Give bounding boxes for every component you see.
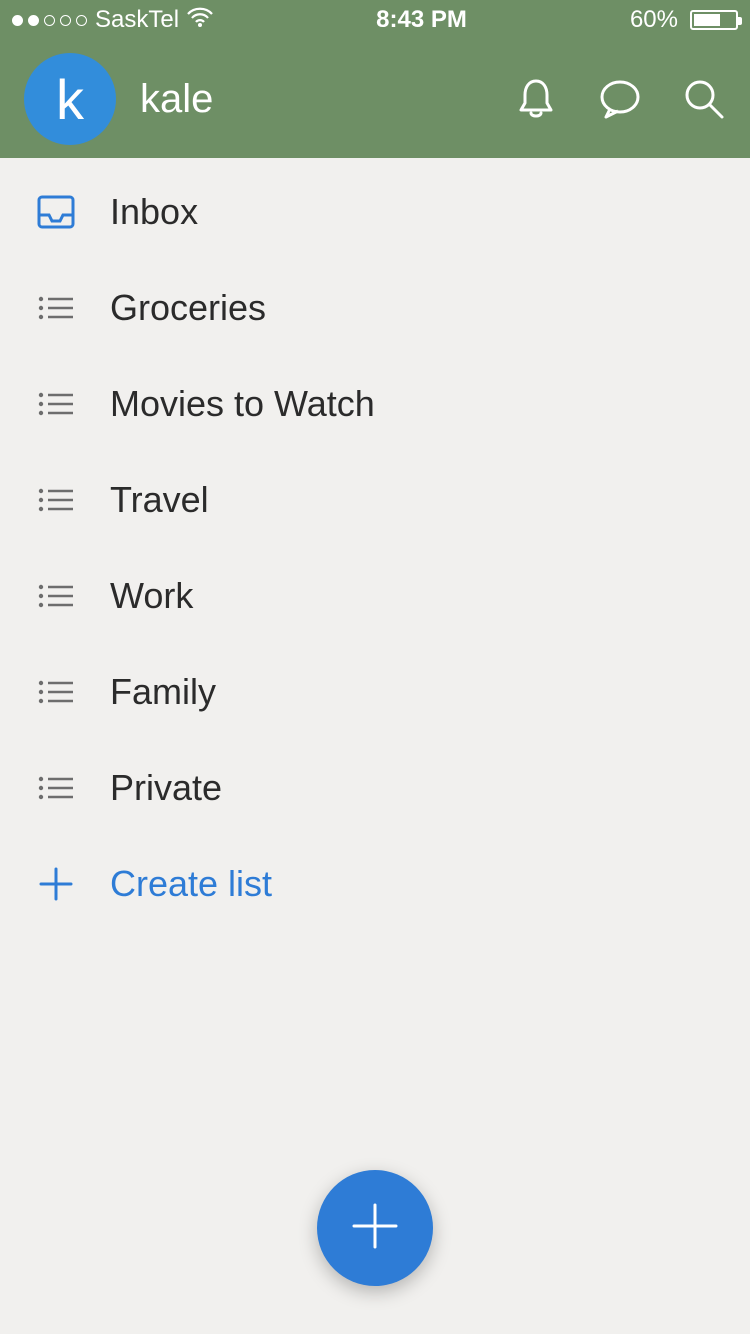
status-time: 8:43 PM: [376, 6, 467, 34]
list-icon: [36, 774, 76, 802]
lists-container: Inbox Groceries Movies to Watch: [0, 158, 750, 932]
list-icon: [36, 390, 76, 418]
header-actions: [514, 77, 726, 121]
list-icon: [36, 582, 76, 610]
chat-icon[interactable]: [598, 77, 642, 121]
carrier-label: SaskTel: [95, 6, 179, 34]
battery-icon: [686, 10, 738, 30]
list-icon: [36, 294, 76, 322]
create-list-label: Create list: [110, 863, 272, 905]
signal-strength-icon: [12, 15, 87, 26]
list-item-work[interactable]: Work: [0, 548, 750, 644]
list-icon: [36, 678, 76, 706]
list-icon: [36, 486, 76, 514]
username-label[interactable]: kale: [140, 77, 490, 122]
list-item-label: Inbox: [110, 191, 198, 233]
add-task-fab[interactable]: [317, 1170, 433, 1286]
list-item-label: Travel: [110, 479, 209, 521]
list-item-label: Family: [110, 671, 216, 713]
avatar-initial: k: [56, 67, 84, 132]
list-item-label: Groceries: [110, 287, 266, 329]
create-list-button[interactable]: Create list: [0, 836, 750, 932]
wifi-icon: [187, 6, 213, 34]
status-left: SaskTel: [12, 6, 213, 34]
list-item-label: Private: [110, 767, 222, 809]
list-item-label: Movies to Watch: [110, 383, 375, 425]
list-item-private[interactable]: Private: [0, 740, 750, 836]
list-item-movies[interactable]: Movies to Watch: [0, 356, 750, 452]
notifications-icon[interactable]: [514, 77, 558, 121]
list-item-groceries[interactable]: Groceries: [0, 260, 750, 356]
avatar[interactable]: k: [24, 53, 116, 145]
status-bar: SaskTel 8:43 PM 60%: [0, 0, 750, 40]
plus-icon: [36, 867, 76, 901]
battery-percent-label: 60%: [630, 6, 678, 34]
inbox-icon: [36, 195, 76, 229]
plus-icon: [348, 1199, 402, 1258]
search-icon[interactable]: [682, 77, 726, 121]
list-item-label: Work: [110, 575, 193, 617]
list-item-family[interactable]: Family: [0, 644, 750, 740]
list-item-inbox[interactable]: Inbox: [0, 164, 750, 260]
app-header: k kale: [0, 40, 750, 158]
status-right: 60%: [630, 6, 738, 34]
list-item-travel[interactable]: Travel: [0, 452, 750, 548]
